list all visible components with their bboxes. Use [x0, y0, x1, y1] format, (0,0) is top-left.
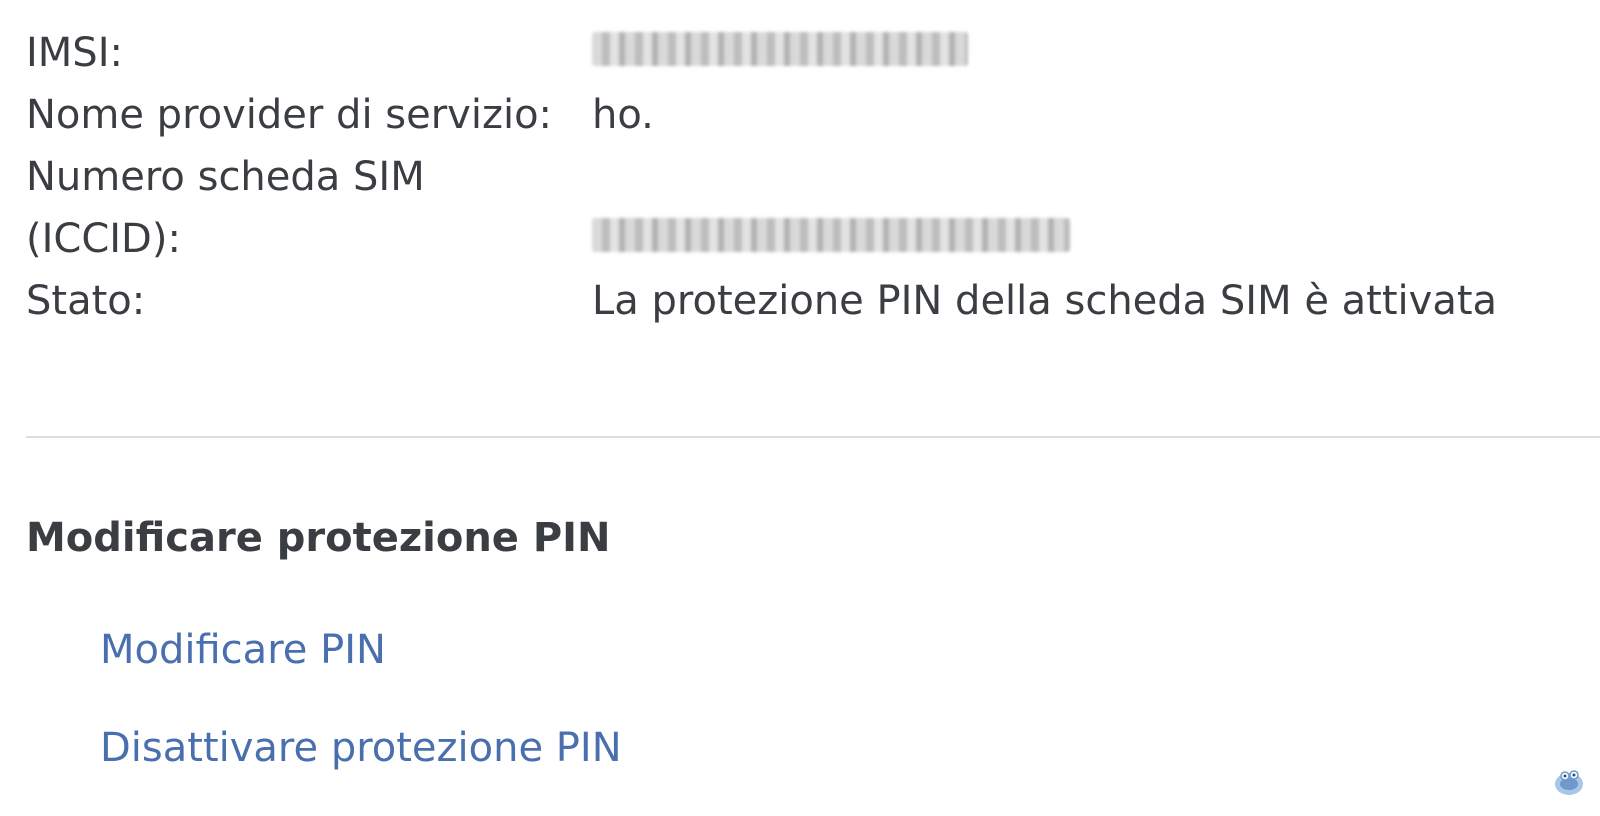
section-divider [26, 436, 1600, 438]
disable-pin-protection-link[interactable]: Disattivare protezione PIN [100, 718, 622, 778]
iccid-row: Numero scheda SIM (ICCID): [26, 146, 1566, 270]
iccid-redacted-value [592, 218, 1070, 252]
provider-value: ho. [592, 92, 654, 138]
iccid-label-line1: Numero scheda SIM [26, 154, 425, 200]
status-label: Stato: [26, 278, 146, 324]
provider-row: Nome provider di servizio: ho. [26, 84, 1566, 146]
imsi-label: IMSI: [26, 30, 123, 76]
iccid-label-line2: (ICCID): [26, 216, 181, 262]
status-row: Stato: La protezione PIN della scheda SI… [26, 270, 1566, 332]
imsi-row: IMSI: [26, 22, 1566, 84]
imsi-value [592, 22, 1566, 84]
imsi-redacted-value [592, 32, 968, 66]
mascot-icon [1555, 770, 1583, 795]
iccid-label: Numero scheda SIM (ICCID): [26, 146, 592, 270]
pin-section-title: Modificare protezione PIN [26, 515, 611, 561]
provider-label: Nome provider di servizio: [26, 92, 553, 138]
sim-settings-page: IMSI: Nome provider di servizio: ho. Num… [0, 0, 1600, 816]
iccid-value [592, 208, 1566, 270]
change-pin-link[interactable]: Modificare PIN [100, 620, 386, 680]
status-value: La protezione PIN della scheda SIM è att… [592, 278, 1498, 324]
sim-info-table: IMSI: Nome provider di servizio: ho. Num… [26, 22, 1566, 332]
